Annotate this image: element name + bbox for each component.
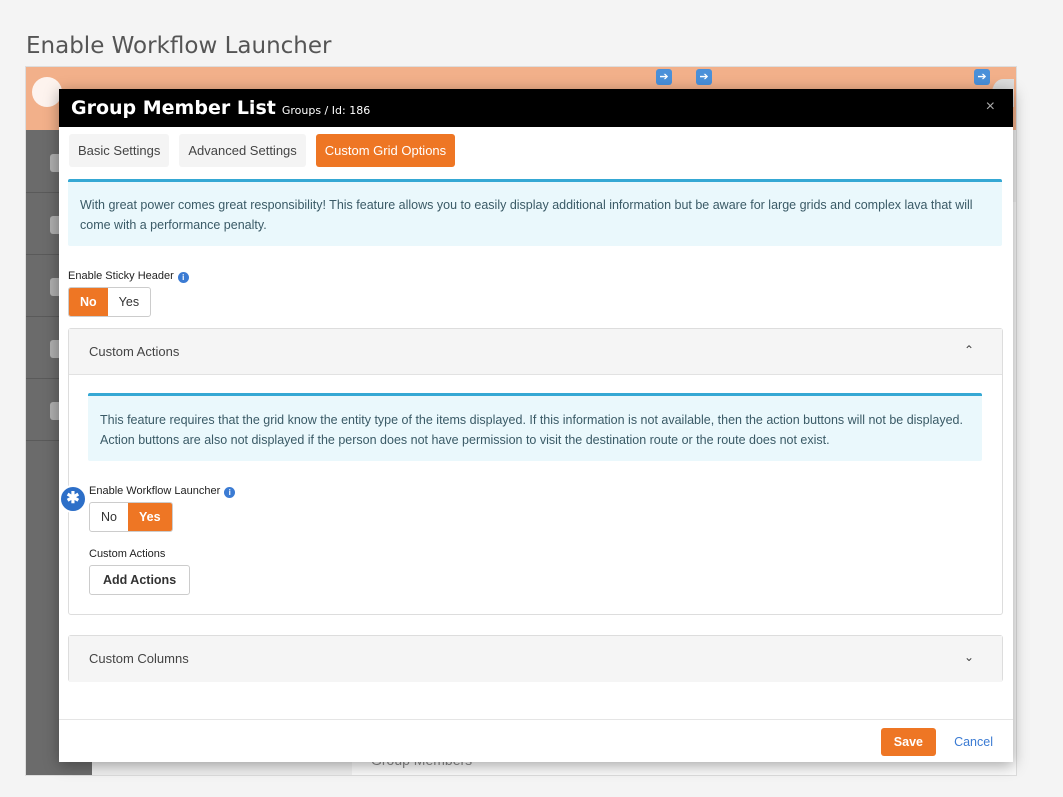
sticky-header-no-button[interactable]: No bbox=[69, 288, 108, 316]
logo bbox=[32, 77, 62, 107]
save-button[interactable]: Save bbox=[880, 728, 936, 756]
nav-arrow-icon[interactable]: ➔ bbox=[656, 69, 672, 85]
sticky-header-label: Enable Sticky Header i bbox=[68, 270, 189, 283]
page-heading: Enable Workflow Launcher bbox=[26, 33, 332, 59]
chevron-down-icon[interactable]: ⌄ bbox=[964, 650, 974, 664]
custom-actions-panel-title: Custom Actions bbox=[89, 344, 180, 359]
add-actions-button[interactable]: Add Actions bbox=[89, 565, 191, 595]
settings-tabs: Basic Settings Advanced Settings Custom … bbox=[69, 134, 456, 167]
custom-columns-panel-header[interactable]: Custom Columns ⌄ bbox=[69, 636, 1002, 682]
info-icon[interactable]: i bbox=[177, 272, 189, 283]
performance-alert: With great power comes great responsibil… bbox=[68, 179, 1002, 246]
nav-arrow-icon[interactable]: ➔ bbox=[696, 69, 712, 85]
asterisk-callout-icon: ✱ bbox=[59, 485, 87, 513]
modal-footer: Save Cancel bbox=[59, 719, 1013, 762]
close-icon[interactable]: × bbox=[986, 98, 995, 116]
modal-title: Group Member List Groups / Id: 186 bbox=[71, 97, 371, 119]
custom-columns-panel: Custom Columns ⌄ bbox=[68, 635, 1003, 682]
chevron-up-icon[interactable]: ⌃ bbox=[964, 343, 974, 357]
modal-header: Group Member List Groups / Id: 186 × bbox=[59, 89, 1013, 127]
workflow-launcher-no-button[interactable]: No bbox=[90, 503, 128, 531]
cancel-link[interactable]: Cancel bbox=[954, 735, 993, 749]
nav-arrow-icon[interactable]: ➔ bbox=[974, 69, 990, 85]
custom-actions-label: Custom Actions bbox=[89, 548, 166, 560]
modal-subtitle: Groups / Id: 186 bbox=[281, 104, 371, 117]
workflow-launcher-toggle: No Yes bbox=[89, 502, 173, 532]
entity-type-alert: This feature requires that the grid know… bbox=[88, 393, 982, 461]
tab-custom-grid-options[interactable]: Custom Grid Options bbox=[315, 134, 456, 167]
info-icon[interactable]: i bbox=[224, 487, 236, 498]
custom-actions-panel-header[interactable]: Custom Actions ⌃ bbox=[69, 329, 1002, 375]
sticky-header-yes-button[interactable]: Yes bbox=[108, 288, 150, 316]
custom-columns-panel-title: Custom Columns bbox=[89, 651, 189, 666]
workflow-launcher-yes-button[interactable]: Yes bbox=[127, 503, 172, 531]
custom-actions-panel: Custom Actions ⌃ bbox=[68, 328, 1003, 615]
tab-advanced-settings[interactable]: Advanced Settings bbox=[179, 134, 306, 167]
tab-basic-settings[interactable]: Basic Settings bbox=[69, 134, 170, 167]
sticky-header-toggle: No Yes bbox=[68, 287, 152, 317]
block-settings-modal: Group Member List Groups / Id: 186 × Basi… bbox=[59, 89, 1013, 762]
workflow-launcher-label: Enable Workflow Launcher i bbox=[89, 485, 236, 498]
